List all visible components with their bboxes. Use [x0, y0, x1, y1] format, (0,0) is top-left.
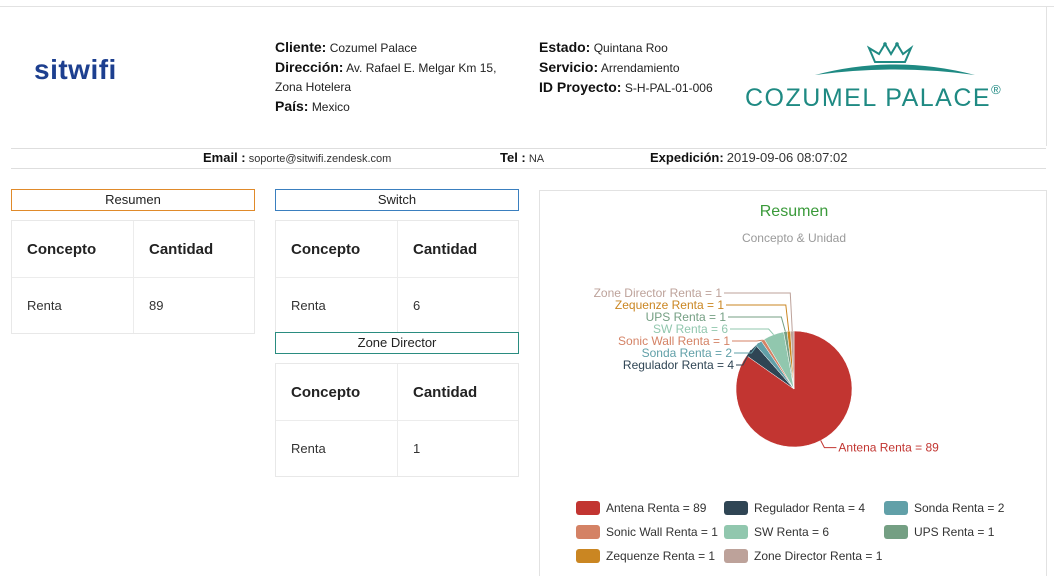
- brand-wordmark: COZUMEL PALACE®: [745, 82, 1003, 113]
- cliente-label: Cliente:: [275, 39, 327, 55]
- table-row: Renta 89: [12, 277, 254, 333]
- legend-label: Regulador Renta = 4: [754, 501, 865, 515]
- resumen-table: Concepto Cantidad Renta 89: [11, 220, 255, 334]
- legend-swatch: [576, 501, 600, 515]
- registered-mark: ®: [991, 82, 1003, 97]
- pais-label: País:: [275, 98, 309, 114]
- legend-label: Sonic Wall Renta = 1: [606, 525, 718, 539]
- column-header-concepto: Concepto: [27, 240, 97, 258]
- legend-label: Zone Director Renta = 1: [754, 549, 883, 563]
- right-border: [1046, 6, 1047, 146]
- pie-label-antena-renta: Antena Renta = 89: [838, 441, 939, 455]
- expedicion-value: 2019-09-06 08:07:02: [726, 150, 848, 165]
- cozumel-palace-logo: COZUMEL PALACE®: [745, 42, 1045, 122]
- pie-label-ups-renta: UPS Renta = 1: [646, 310, 727, 324]
- cantidad-cell: 1: [396, 421, 518, 476]
- servicio-value: Arrendamiento: [600, 61, 680, 75]
- tel-contact: Tel : NA: [500, 150, 544, 165]
- legend-swatch: [576, 525, 600, 539]
- pie-chart: Antena Renta = 89Regulador Renta = 4Sond…: [576, 286, 1005, 563]
- expedicion-contact: Expedición: 2019-09-06 08:07:02: [650, 150, 847, 165]
- crown-arc-icon: [815, 42, 975, 75]
- leader-line-zequenze-renta: [726, 304, 790, 332]
- legend-swatch: [884, 501, 908, 515]
- table-header-row: Concepto Cantidad: [12, 221, 254, 277]
- tel-label: Tel :: [500, 150, 526, 165]
- legend-item-sonic-wall-renta[interactable]: Sonic Wall Renta = 1: [576, 525, 718, 539]
- concepto-cell: Renta: [291, 441, 326, 456]
- summary-chart-panel: Resumen Concepto & Unidad Antena Renta =…: [539, 190, 1047, 576]
- table-row: Renta 6: [276, 277, 518, 333]
- leader-line-sw-renta: [730, 328, 774, 336]
- legend-item-zequenze-renta[interactable]: Zequenze Renta = 1: [576, 549, 715, 563]
- top-border: [0, 6, 1054, 7]
- legend-item-regulador-renta[interactable]: Regulador Renta = 4: [724, 501, 865, 515]
- legend-swatch: [724, 549, 748, 563]
- direccion-value-line1: Av. Rafael E. Melgar Km 15,: [346, 61, 497, 75]
- legend-label: Zequenze Renta = 1: [606, 549, 715, 563]
- client-info: Cliente: Cozumel Palace Dirección: Av. R…: [275, 38, 525, 117]
- switch-panel-title: Switch: [275, 189, 519, 211]
- cliente-value: Cozumel Palace: [329, 41, 418, 55]
- pie-label-sonic-wall-renta: Sonic Wall Renta = 1: [618, 334, 730, 348]
- brand-name: COZUMEL PALACE: [745, 84, 992, 112]
- leader-line-zone-director-renta: [724, 292, 793, 332]
- pie-label-sonda-renta: Sonda Renta = 2: [642, 346, 733, 360]
- legend-swatch: [576, 549, 600, 563]
- servicio-label: Servicio:: [539, 59, 599, 75]
- email-value[interactable]: soporte@sitwifi.zendesk.com: [249, 153, 392, 165]
- separator-bottom: [11, 168, 1046, 169]
- resumen-panel-title: Resumen: [11, 189, 255, 211]
- legend-swatch: [724, 501, 748, 515]
- zone-director-table: Concepto Cantidad Renta 1: [275, 363, 519, 477]
- column-header-cantidad: Cantidad: [396, 221, 518, 277]
- id-proyecto-value: S-H-PAL-01-006: [624, 81, 713, 95]
- column-header-concepto: Concepto: [291, 240, 361, 258]
- sitwifi-logo: sitwifi: [34, 54, 117, 85]
- zone-director-panel-title: Zone Director: [275, 332, 519, 354]
- legend-label: Antena Renta = 89: [606, 501, 707, 515]
- column-header-concepto: Concepto: [291, 383, 361, 401]
- leader-line-antena-renta: [820, 440, 837, 449]
- legend-label: Sonda Renta = 2: [914, 501, 1005, 515]
- legend-item-sonda-renta[interactable]: Sonda Renta = 2: [884, 501, 1005, 515]
- column-header-cantidad: Cantidad: [396, 364, 518, 420]
- legend-label: SW Renta = 6: [754, 525, 829, 539]
- cantidad-cell: 89: [132, 278, 254, 333]
- direccion-label: Dirección:: [275, 59, 344, 75]
- direccion-value-line2: Zona Hotelera: [275, 80, 352, 94]
- tel-value: NA: [528, 153, 545, 165]
- concepto-cell: Renta: [291, 298, 326, 313]
- pie-label-zone-director-renta: Zone Director Renta = 1: [594, 286, 723, 300]
- legend-item-sw-renta[interactable]: SW Renta = 6: [724, 525, 829, 539]
- legend-swatch: [724, 525, 748, 539]
- legend-swatch: [884, 525, 908, 539]
- estado-label: Estado:: [539, 39, 591, 55]
- pie-label-regulador-renta: Regulador Renta = 4: [623, 358, 734, 372]
- concepto-cell: Renta: [27, 298, 62, 313]
- pie-label-sw-renta: SW Renta = 6: [653, 322, 728, 336]
- separator-top: [11, 148, 1046, 149]
- legend-item-antena-renta[interactable]: Antena Renta = 89: [576, 501, 707, 515]
- legend-label: UPS Renta = 1: [914, 525, 995, 539]
- estado-value: Quintana Roo: [593, 41, 668, 55]
- pie-label-zequenze-renta: Zequenze Renta = 1: [615, 298, 724, 312]
- table-header-row: Concepto Cantidad: [276, 364, 518, 420]
- table-row: Renta 1: [276, 420, 518, 476]
- legend-item-zone-director-renta[interactable]: Zone Director Renta = 1: [724, 549, 883, 563]
- column-header-cantidad: Cantidad: [132, 221, 254, 277]
- expedicion-label: Expedición:: [650, 150, 724, 165]
- legend-item-ups-renta[interactable]: UPS Renta = 1: [884, 525, 995, 539]
- id-proyecto-label: ID Proyecto:: [539, 79, 622, 95]
- email-label: Email :: [203, 150, 246, 165]
- cantidad-cell: 6: [396, 278, 518, 333]
- pais-value: Mexico: [311, 100, 350, 114]
- email-contact: Email : soporte@sitwifi.zendesk.com: [203, 150, 391, 165]
- switch-table: Concepto Cantidad Renta 6: [275, 220, 519, 334]
- leader-line-sonic-wall-renta: [732, 339, 763, 342]
- table-header-row: Concepto Cantidad: [276, 221, 518, 277]
- project-info: Estado: Quintana Roo Servicio: Arrendami…: [539, 38, 739, 98]
